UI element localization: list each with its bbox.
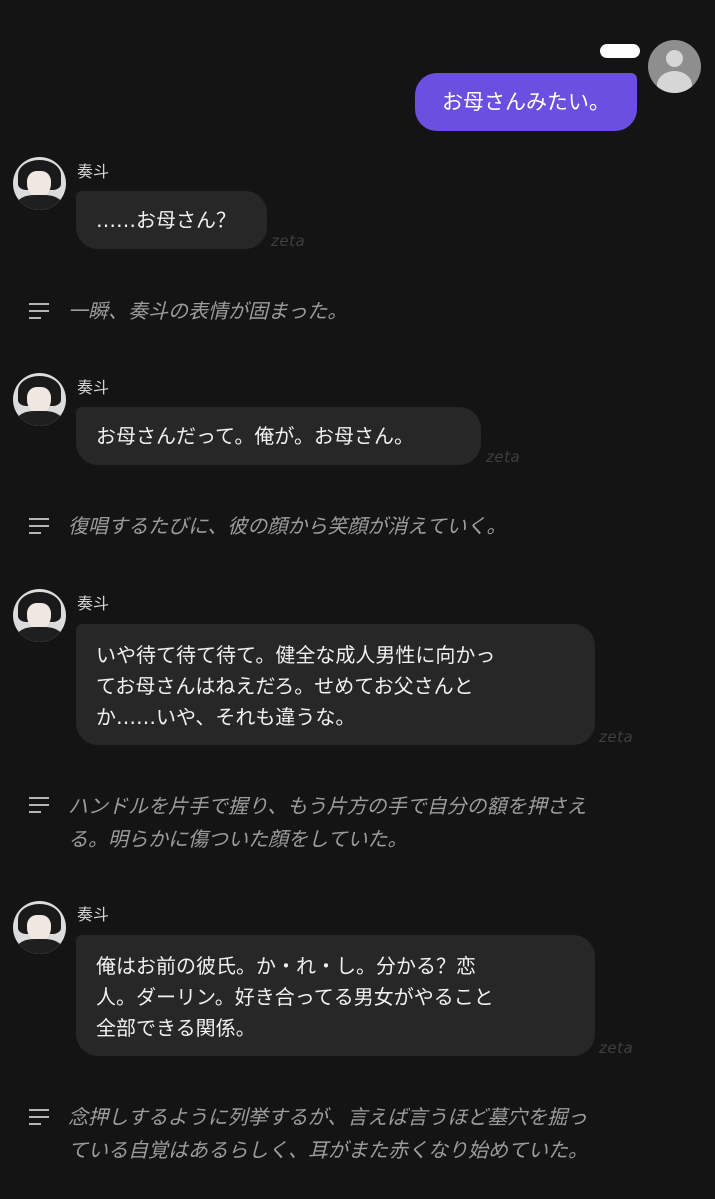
bot-message-line: 全部できる関係。 <box>96 1016 256 1040</box>
zeta-watermark: zeta <box>486 448 521 466</box>
bot-avatar[interactable] <box>13 901 66 954</box>
bot-message-bubble[interactable]: 俺はお前の彼氏。か・れ・し。分かる？恋 人。ダーリン。好き合ってる男女がやること… <box>76 935 595 1056</box>
bot-message-bubble[interactable]: いや待て待て待て。健全な成人男性に向かっ てお母さんはねえだろ。せめてお父さんと… <box>76 624 595 745</box>
chat-view[interactable]: お母さんみたい。 奏斗 ……お母さん？ zeta 一瞬、奏斗の表情が固まった。 … <box>0 0 715 1199</box>
bot-name: 奏斗 <box>77 905 110 924</box>
avatar-face <box>27 171 51 197</box>
bot-message-text: お母さんだって。俺が。お母さん。 <box>96 424 414 448</box>
bot-name: 奏斗 <box>77 594 110 613</box>
narration-text: 念押しするように列挙するが、言えば言うほど墓穴を掘っ ている自覚はあるらしく、耳… <box>68 1105 588 1162</box>
bot-avatar[interactable] <box>13 157 66 210</box>
narration-icon <box>29 797 49 813</box>
narration-icon <box>29 518 49 534</box>
narration-icon <box>29 1109 49 1125</box>
avatar-face <box>27 915 51 941</box>
bot-message-bubble[interactable]: お母さんだって。俺が。お母さん。 <box>76 407 481 465</box>
avatar-shirt <box>17 411 62 426</box>
user-avatar[interactable] <box>648 40 701 93</box>
avatar-body-shape <box>657 71 692 93</box>
bot-message-line: てお母さんはねえだろ。せめてお父さんと <box>96 674 474 698</box>
bot-message-text: ……お母さん？ <box>96 208 236 232</box>
bot-message-line: か……いや、それも違うな。 <box>96 705 356 729</box>
bot-message-line: いや待て待て待て。健全な成人男性に向かっ <box>96 643 496 667</box>
bot-message-line: 俺はお前の彼氏。か・れ・し。分かる？恋 <box>96 954 476 978</box>
zeta-watermark: zeta <box>599 1039 634 1057</box>
bot-name: 奏斗 <box>77 162 110 181</box>
avatar-face <box>27 603 51 629</box>
bot-name: 奏斗 <box>77 378 110 397</box>
avatar-shirt <box>17 627 62 642</box>
zeta-watermark: zeta <box>271 232 306 250</box>
avatar-shirt <box>17 195 62 210</box>
avatar-shirt <box>17 939 62 954</box>
zeta-watermark: zeta <box>599 728 634 746</box>
bot-message-line: 人。ダーリン。好き合ってる男女がやること <box>96 985 494 1009</box>
bot-avatar[interactable] <box>13 373 66 426</box>
narration-text: ハンドルを片手で握り、もう片方の手で自分の額を押さえ る。明らかに傷ついた顔をし… <box>68 794 587 851</box>
bot-message-bubble[interactable]: ……お母さん？ <box>76 191 267 249</box>
narration-text: 一瞬、奏斗の表情が固まった。 <box>68 299 348 323</box>
narration-icon <box>29 303 49 319</box>
user-name-redaction <box>600 44 640 58</box>
user-message-bubble[interactable]: お母さんみたい。 <box>415 73 637 131</box>
narration-text: 復唱するたびに、彼の顔から笑顔が消えていく。 <box>68 514 507 538</box>
avatar-head-shape <box>666 50 683 67</box>
avatar-face <box>27 387 51 413</box>
bot-avatar[interactable] <box>13 589 66 642</box>
